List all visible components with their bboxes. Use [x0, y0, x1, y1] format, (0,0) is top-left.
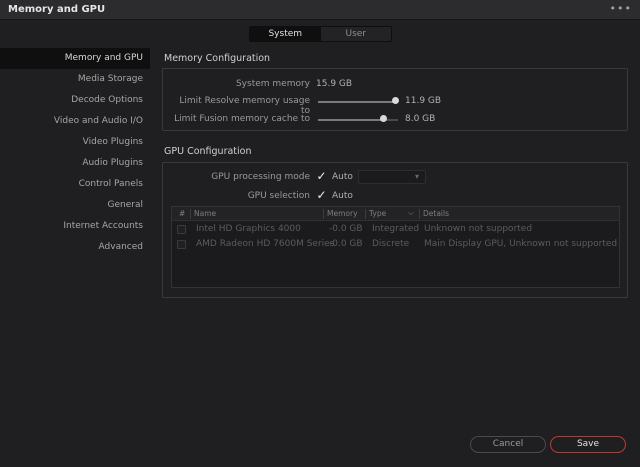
gpu-selection-label: GPU selection	[247, 191, 310, 201]
title-bar: Memory and GPU •••	[0, 0, 640, 20]
system-memory-label: System memory	[235, 79, 310, 89]
table-row[interactable]: Intel HD Graphics 4000 -0.0 GB Integrate…	[172, 222, 619, 237]
sidebar-item-media-storage[interactable]: Media Storage	[0, 69, 150, 90]
gpu-row-checkbox[interactable]	[177, 240, 186, 249]
chevron-down-icon: ▾	[414, 172, 419, 181]
resolve-memory-value: 11.9 GB	[405, 96, 442, 106]
resolve-memory-slider[interactable]	[318, 101, 398, 103]
sidebar-item-internet-accounts[interactable]: Internet Accounts	[0, 216, 150, 237]
gpu-processing-mode-auto-label: Auto	[332, 172, 353, 182]
window-title: Memory and GPU	[8, 4, 106, 15]
save-button[interactable]: Save	[550, 436, 626, 453]
gpu-details: Unknown not supported	[424, 224, 533, 234]
sidebar-item-decode-options[interactable]: Decode Options	[0, 90, 150, 111]
sort-chevron-icon: ⌵	[408, 208, 414, 217]
tab-user[interactable]: User	[321, 27, 392, 41]
table-row[interactable]: AMD Radeon HD 7600M Series -0.0 GB Discr…	[172, 237, 619, 252]
column-header-details[interactable]: Details	[423, 209, 449, 218]
gpu-name: AMD Radeon HD 7600M Series	[196, 239, 335, 249]
sidebar: Memory and GPU Media Storage Decode Opti…	[0, 48, 150, 258]
gpu-details: Main Display GPU, Unknown not supported	[424, 239, 618, 249]
gpu-processing-mode-dropdown[interactable]: ▾	[358, 170, 426, 184]
sidebar-item-video-plugins[interactable]: Video Plugins	[0, 132, 150, 153]
system-memory-value: 15.9 GB	[316, 79, 353, 89]
sidebar-item-video-and-audio-io[interactable]: Video and Audio I/O	[0, 111, 150, 132]
column-header-index[interactable]: #	[179, 209, 185, 218]
sidebar-item-memory-and-gpu[interactable]: Memory and GPU	[0, 48, 150, 69]
gpu-processing-mode-label: GPU processing mode	[211, 172, 310, 182]
gpu-selection-checkbox[interactable]: ✓	[316, 189, 327, 201]
gpu-type: Integrated	[372, 224, 420, 234]
gpu-memory: -0.0 GB	[329, 239, 363, 249]
gpu-name: Intel HD Graphics 4000	[196, 224, 301, 234]
column-header-type[interactable]: Type	[369, 209, 386, 218]
gpu-selection-auto-label: Auto	[332, 191, 353, 201]
gpu-section-title: GPU Configuration	[164, 146, 252, 157]
sidebar-item-general[interactable]: General	[0, 195, 150, 216]
sidebar-item-control-panels[interactable]: Control Panels	[0, 174, 150, 195]
gpu-table: # Name Memory Type ⌵ Details Intel HD Gr…	[171, 206, 620, 288]
gpu-table-header: # Name Memory Type ⌵ Details	[172, 207, 619, 221]
cancel-button[interactable]: Cancel	[470, 436, 546, 453]
more-options-icon[interactable]: •••	[610, 2, 632, 15]
gpu-processing-mode-checkbox[interactable]: ✓	[316, 170, 327, 182]
scope-tabs: System User	[249, 26, 392, 42]
fusion-cache-value: 8.0 GB	[405, 114, 436, 124]
column-header-memory[interactable]: Memory	[327, 209, 358, 218]
gpu-memory: -0.0 GB	[329, 224, 363, 234]
fusion-cache-label: Limit Fusion memory cache to	[174, 114, 310, 124]
sidebar-item-advanced[interactable]: Advanced	[0, 237, 150, 258]
tab-system[interactable]: System	[250, 27, 321, 41]
gpu-row-checkbox[interactable]	[177, 225, 186, 234]
memory-section-title: Memory Configuration	[164, 53, 271, 64]
column-header-name[interactable]: Name	[194, 209, 216, 218]
sidebar-item-audio-plugins[interactable]: Audio Plugins	[0, 153, 150, 174]
gpu-type: Discrete	[372, 239, 410, 249]
resolve-memory-label: Limit Resolve memory usage to	[179, 96, 310, 116]
